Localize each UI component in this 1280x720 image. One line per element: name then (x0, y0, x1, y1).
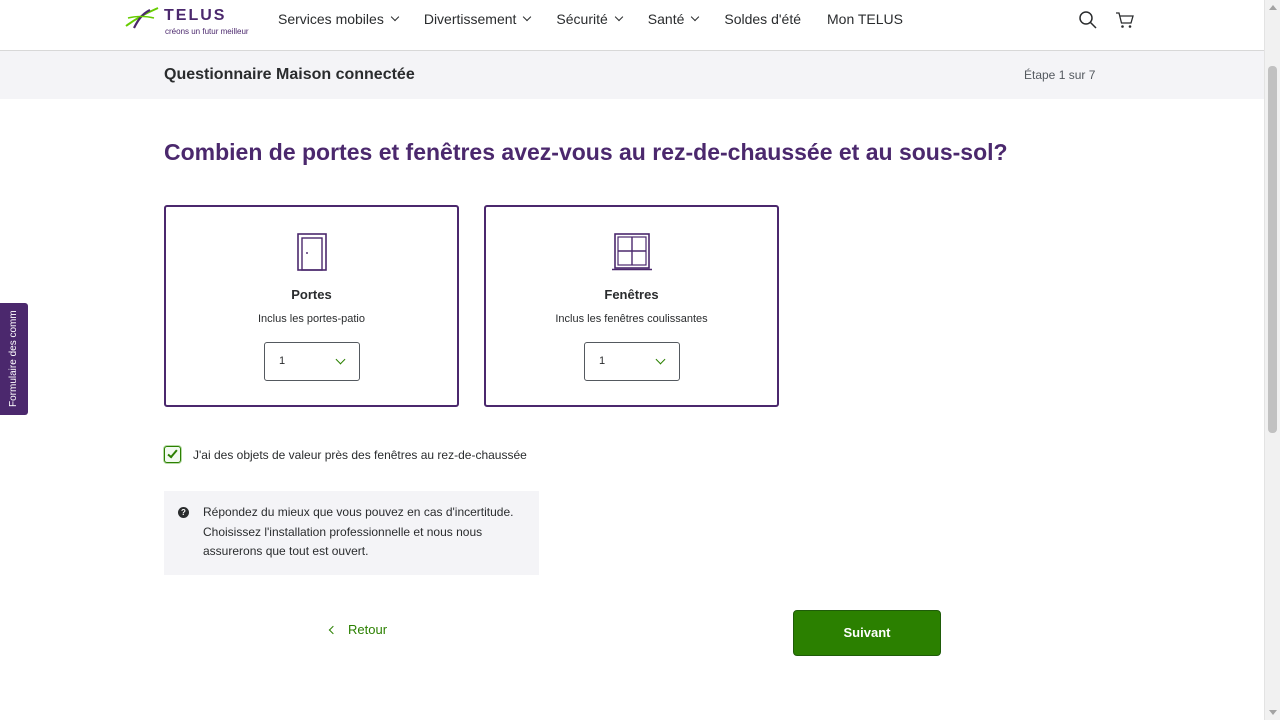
chevron-left-icon (328, 625, 338, 634)
chevron-down-icon (614, 12, 624, 22)
windows-count-select[interactable]: 1 (584, 342, 680, 381)
next-button[interactable]: Suivant (793, 610, 941, 656)
chevron-down-icon (691, 12, 700, 22)
top-navigation: TELUS créons un futur meilleur Services … (0, 0, 1264, 51)
chevron-down-icon (335, 354, 346, 365)
telus-logo[interactable]: TELUS créons un futur meilleur (124, 4, 256, 38)
feedback-tab-label: Formulaire des commentaires (8, 311, 19, 407)
back-link[interactable]: Retour (328, 622, 388, 637)
nav-item-label: Sécurité (556, 11, 608, 27)
main-menu: Services mobiles Divertissement Sécurité… (278, 0, 929, 38)
back-label: Retour (348, 622, 388, 637)
page-scrollbar[interactable] (1264, 0, 1280, 720)
checkmark-icon (167, 447, 178, 459)
page-title: Questionnaire Maison connectée (164, 66, 415, 83)
windows-card: Fenêtres Inclus les fenêtres coulissante… (484, 205, 779, 407)
door-icon (296, 233, 327, 276)
scroll-up-icon[interactable] (1269, 5, 1277, 10)
nav-item-divertissement[interactable]: Divertissement (423, 11, 532, 27)
logo-wordmark: TELUS (164, 7, 227, 24)
doors-count-select[interactable]: 1 (264, 342, 360, 381)
question-icon: ? (178, 507, 189, 518)
card-title: Portes (291, 287, 332, 302)
nav-item-services-mobiles[interactable]: Services mobiles (278, 11, 400, 27)
doors-card: Portes Inclus les portes-patio 1 (164, 205, 459, 407)
card-subtitle: Inclus les fenêtres coulissantes (555, 313, 708, 325)
nav-item-label: Mon TELUS (827, 11, 903, 27)
chevron-down-icon (655, 354, 666, 365)
chevron-down-icon (390, 12, 400, 22)
nav-item-label: Santé (647, 11, 685, 27)
nav-item-label: Soldes d'été (724, 11, 801, 27)
select-value: 1 (599, 355, 606, 367)
select-value: 1 (279, 355, 286, 367)
nav-item-sante[interactable]: Santé (647, 11, 700, 27)
nav-item-securite[interactable]: Sécurité (556, 11, 624, 27)
nav-item-soldes-ete[interactable]: Soldes d'été (724, 11, 801, 27)
valuables-checkbox[interactable] (164, 446, 181, 463)
card-subtitle: Inclus les portes-patio (258, 313, 365, 325)
telus-logo-mark (125, 7, 159, 29)
nav-item-label: Services mobiles (278, 11, 384, 27)
questionnaire-header: Questionnaire Maison connectée Étape 1 s… (0, 51, 1264, 99)
card-title: Fenêtres (604, 287, 659, 302)
window-icon (611, 233, 652, 276)
step-indicator: Étape 1 sur 7 (1024, 68, 1096, 82)
scroll-down-icon[interactable] (1269, 710, 1277, 715)
nav-item-label: Divertissement (423, 11, 517, 27)
logo-tagline: créons un futur meilleur (165, 27, 249, 36)
nav-item-mon-telus[interactable]: Mon TELUS (827, 11, 903, 27)
question-heading: Combien de portes et fenêtres avez-vous … (164, 139, 1008, 165)
scrollbar-thumb[interactable] (1268, 66, 1277, 433)
feedback-tab[interactable]: Formulaire des commentaires (0, 303, 28, 415)
chevron-down-icon (523, 12, 532, 22)
info-text: Répondez du mieux que vous pouvez en cas… (203, 505, 514, 558)
valuables-checkbox-label[interactable]: J'ai des objets de valeur près des fenêt… (193, 448, 527, 462)
cart-icon[interactable] (1115, 10, 1135, 30)
search-icon[interactable] (1078, 10, 1098, 30)
info-box: ? Répondez du mieux que vous pouvez en c… (164, 491, 539, 575)
